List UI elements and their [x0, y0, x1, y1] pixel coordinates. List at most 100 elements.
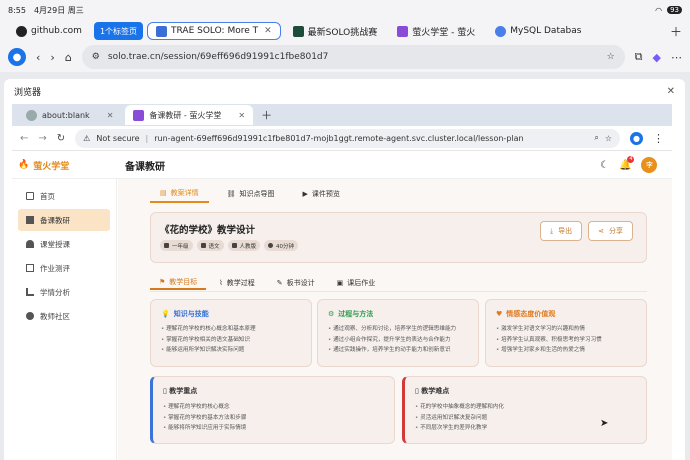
- inner-address-bar[interactable]: ⚠ Not secure | run-agent-69eff696d91991c…: [75, 128, 620, 148]
- grade-badge: 一年级: [160, 240, 193, 251]
- warning-icon: ⚠: [83, 133, 91, 143]
- heart-icon: ♥: [496, 310, 503, 318]
- goal-title-row: 💡 知识与技能: [161, 309, 301, 319]
- tab-board-design[interactable]: ✎ 板书设计: [268, 276, 324, 290]
- terminal-icon: [292, 25, 304, 37]
- tab-label: 板书设计: [286, 279, 315, 287]
- tab-label: github.com: [31, 26, 82, 36]
- tab-teaching-process[interactable]: ⌇ 教学过程: [210, 276, 263, 290]
- sidebar-item-homework[interactable]: 作业测评: [18, 257, 110, 279]
- grade-icon: [164, 243, 169, 248]
- book-icon: [200, 243, 206, 248]
- reload-icon[interactable]: ↻: [57, 133, 65, 144]
- key-points-title: ▯ 教学重点: [163, 387, 198, 395]
- outer-tab-solo-challenge[interactable]: 最新SOLO挑战赛: [285, 22, 386, 40]
- app-logo[interactable]: 🔥 萤火学堂: [12, 151, 117, 179]
- tab-label: about:blank: [42, 110, 90, 120]
- close-icon[interactable]: ✕: [238, 111, 245, 120]
- back-icon[interactable]: ←: [20, 133, 28, 144]
- close-icon[interactable]: ✕: [107, 111, 114, 120]
- logo-text: 萤火学堂: [33, 161, 70, 172]
- header-actions: ☾ 🔔 4 李: [600, 151, 658, 179]
- divider: [150, 291, 647, 292]
- outer-url-text: solo.trae.cn/session/69eff696d91991c1fbe…: [107, 52, 329, 62]
- more-icon[interactable]: ⋮: [653, 132, 664, 145]
- subject-badge: 语文: [196, 240, 224, 251]
- back-icon[interactable]: ‹: [36, 51, 40, 64]
- yinghuo-icon: [397, 25, 409, 37]
- site-info-icon[interactable]: ⚙: [92, 52, 100, 62]
- goal-item: 通过观察、分析和讨论，培养学生的逻辑思维能力: [328, 324, 468, 335]
- goal-item: 激发学生对语文学习的兴趣和热情: [496, 324, 636, 335]
- inner-tab-blank[interactable]: about:blank ✕: [18, 105, 121, 125]
- sidebar-item-label: 作业测评: [40, 263, 70, 273]
- network-icon: ⛓: [226, 190, 236, 198]
- bell-icon[interactable]: 🔔 4: [619, 155, 635, 171]
- forward-icon[interactable]: ›: [50, 51, 54, 64]
- goal-item: 掌握花的学校相关的语文基础知识: [161, 335, 301, 346]
- outer-tab-yinghuo[interactable]: 萤火学堂 - 萤火: [389, 22, 483, 40]
- star-icon[interactable]: ☆: [607, 52, 615, 62]
- clock-icon: [268, 243, 274, 248]
- tabs-icon[interactable]: ⧉: [635, 50, 643, 64]
- profile-icon[interactable]: ●: [630, 131, 643, 145]
- tab-group-chip[interactable]: 1个标签页: [93, 22, 144, 40]
- profile-icon[interactable]: ●: [8, 48, 26, 66]
- inner-tab-lesson[interactable]: 备课教研 - 萤火学堂 ✕: [125, 105, 254, 125]
- outer-address-bar[interactable]: ⚙ solo.trae.cn/session/69eff696d91991c1f…: [81, 45, 625, 69]
- outer-tab-trae-solo[interactable]: TRAE SOLO: More T ✕: [147, 22, 281, 40]
- goal-card-process: ⚙ 过程与方法 通过观察、分析和讨论，培养学生的逻辑思维能力 通过小组合作探究，…: [317, 299, 479, 367]
- avatar[interactable]: 李: [641, 157, 658, 173]
- close-icon[interactable]: ✕: [264, 26, 272, 36]
- new-tab-icon[interactable]: ＋: [670, 23, 682, 40]
- goal-item: 增强学生对家乡和生活的热爱之情: [496, 345, 636, 356]
- lesson-actions: ⤓ 导出 ⋖ 分享: [540, 221, 633, 241]
- tab-homework[interactable]: ▣ 课后作业: [328, 276, 385, 290]
- star-icon[interactable]: ☆: [605, 134, 612, 143]
- key-point-item: 掌握花的学校的基本方法和步骤: [163, 413, 384, 424]
- mouse-cursor-icon: ➤: [600, 418, 609, 429]
- tab-teaching-goals[interactable]: ⚑ 教学目标: [150, 276, 207, 290]
- sidebar: 首页 备课教研 课堂授课 作业测评 学情分析 教师社区: [12, 179, 117, 460]
- goal-title: 知识与技能: [173, 310, 209, 318]
- tab-lesson-detail[interactable]: ▤ 教案详情: [150, 185, 209, 203]
- gear-icon: ⚙: [328, 310, 335, 318]
- trae-icon: [156, 25, 168, 37]
- lesson-badges: 一年级 语文 人教版 40分钟: [160, 240, 299, 251]
- outer-tab-github[interactable]: github.com: [8, 22, 90, 40]
- inner-tab-strip: about:blank ✕ 备课教研 - 萤火学堂 ✕ ＋: [12, 104, 672, 126]
- sidebar-item-analytics[interactable]: 学情分析: [18, 281, 110, 303]
- tab-label: 教案详情: [170, 189, 199, 197]
- sidebar-item-teaching[interactable]: 课堂授课: [18, 233, 110, 255]
- forward-icon[interactable]: →: [38, 133, 46, 144]
- goal-title: 过程与方法: [338, 310, 374, 318]
- goal-title-row: ⚙ 过程与方法: [328, 309, 468, 319]
- home-icon[interactable]: ⌂: [65, 51, 72, 64]
- chart-icon: [26, 288, 34, 296]
- search-icon[interactable]: ⌕: [594, 133, 598, 143]
- badge-label: 语文: [208, 243, 220, 250]
- close-window-icon[interactable]: ✕: [667, 86, 675, 97]
- globe-icon: [495, 25, 507, 37]
- lightbulb-icon: 💡: [161, 310, 170, 318]
- sidebar-item-home[interactable]: 首页: [18, 185, 110, 207]
- sidebar-item-community[interactable]: 教师社区: [18, 305, 110, 327]
- difficult-points-card: ▯ 教学难点 花的学校中抽象概念的理解和内化 灵活运用知识解决复杂问题 不同层次…: [402, 376, 647, 444]
- play-icon: ▶: [302, 190, 308, 198]
- tab-label: 知识点导图: [239, 190, 275, 198]
- new-tab-icon[interactable]: ＋: [261, 107, 272, 123]
- tab-knowledge-map[interactable]: ⛓ 知识点导图: [217, 185, 285, 203]
- outer-tab-mysql[interactable]: MySQL Databas: [487, 22, 589, 40]
- battery-icon: 93: [667, 6, 682, 14]
- notification-badge: 4: [627, 155, 635, 163]
- tab-courseware-preview[interactable]: ▶ 课件预览: [293, 185, 350, 203]
- page-title: 备课教研: [125, 161, 165, 173]
- share-button[interactable]: ⋖ 分享: [588, 221, 633, 241]
- theme-toggle-icon[interactable]: ☾: [600, 160, 609, 171]
- sidebar-item-lesson-prep[interactable]: 备课教研: [18, 209, 110, 231]
- flame-icon: 🔥: [18, 160, 30, 170]
- copilot-icon[interactable]: ◆: [653, 51, 661, 64]
- clipboard-icon: ▣: [336, 279, 344, 287]
- export-button[interactable]: ⤓ 导出: [540, 221, 583, 241]
- more-icon[interactable]: ⋯: [671, 51, 682, 64]
